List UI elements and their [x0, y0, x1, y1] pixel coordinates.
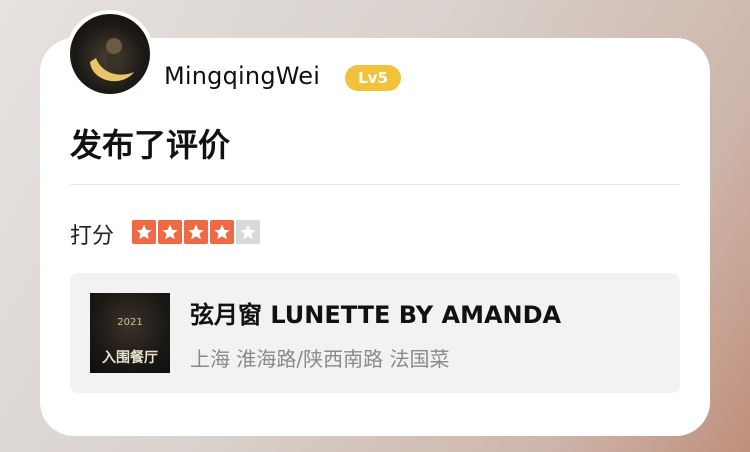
divider — [70, 184, 680, 185]
star-filled-icon — [158, 220, 182, 244]
username[interactable]: MingqingWei — [164, 62, 320, 90]
thumbnail-badge-text: 入围餐厅 — [102, 350, 158, 366]
star-filled-icon — [210, 220, 234, 244]
avatar-moon-icon — [90, 38, 134, 82]
restaurant-name: 弦月窗 LUNETTE BY AMANDA — [190, 301, 562, 329]
rating-label: 打分 — [70, 224, 115, 249]
avatar[interactable] — [66, 10, 154, 98]
star-empty-icon — [236, 220, 260, 244]
restaurant-thumbnail: 2021 入围餐厅 — [90, 293, 170, 373]
star-filled-icon — [184, 220, 208, 244]
thumbnail-year: 2021 — [117, 317, 143, 328]
post-action-title: 发布了评价 — [70, 126, 231, 164]
avatar-image — [70, 14, 150, 94]
restaurant-card[interactable]: 2021 入围餐厅 弦月窗 LUNETTE BY AMANDA 上海 淮海路/陕… — [70, 273, 680, 393]
rating-stars — [132, 220, 260, 244]
level-badge: Lv5 — [345, 65, 401, 91]
restaurant-meta: 上海 淮海路/陕西南路 法国菜 — [190, 347, 450, 371]
star-filled-icon — [132, 220, 156, 244]
